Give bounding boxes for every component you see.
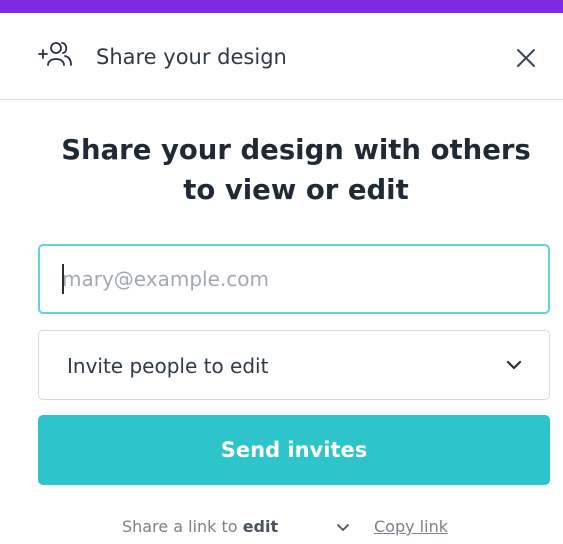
share-link-text: Share a link to edit xyxy=(122,516,278,538)
top-accent xyxy=(0,0,563,14)
panel-header: Share your design xyxy=(0,14,563,100)
panel-title: Share your design xyxy=(96,45,287,69)
email-input[interactable] xyxy=(38,244,550,314)
text-caret xyxy=(62,264,64,294)
heading-line-1: Share your design with others xyxy=(61,134,531,166)
share-link-mode[interactable]: edit xyxy=(243,517,278,536)
chevron-down-icon xyxy=(506,360,522,370)
permission-selected-value: Invite people to edit xyxy=(67,354,269,378)
accent-bar xyxy=(0,0,563,13)
share-mode-chevron-icon[interactable] xyxy=(336,523,350,533)
share-panel: Share your design Share your design with… xyxy=(0,0,563,544)
copy-link[interactable]: Copy link xyxy=(374,516,448,538)
share-link-footer: Share a link to edit Copy link xyxy=(0,514,563,544)
share-link-prefix: Share a link to xyxy=(122,517,243,536)
permission-select[interactable]: Invite people to edit xyxy=(38,330,550,400)
close-icon[interactable] xyxy=(512,44,540,72)
heading-line-2: to view or edit xyxy=(183,174,409,206)
share-heading: Share your design with others to view or… xyxy=(40,130,552,210)
add-people-icon xyxy=(38,42,72,66)
send-invites-button[interactable]: Send invites xyxy=(38,415,550,485)
